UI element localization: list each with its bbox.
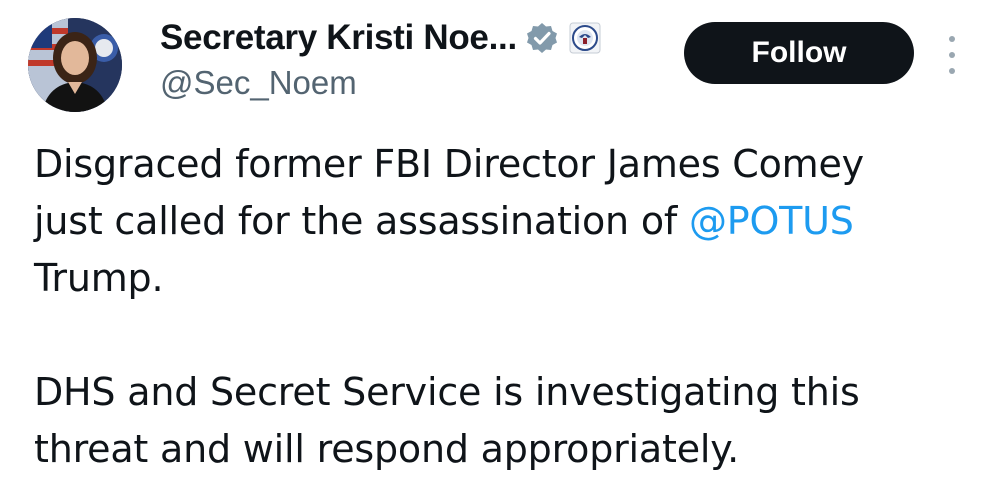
tweet-line: Trump. [34, 256, 164, 300]
verified-badge-icon[interactable] [525, 21, 559, 55]
author-name-row: Secretary Kristi Noe... [160, 18, 601, 58]
profile-photo-icon [28, 18, 122, 112]
tweet-line: just called for the assassination of @PO… [34, 193, 984, 250]
tweet-line: Disgraced former FBI Director James Come… [34, 142, 864, 186]
mention-link[interactable]: @POTUS [689, 199, 854, 243]
more-options-icon[interactable] [940, 32, 964, 78]
tweet-line: DHS and Secret Service is investigating … [34, 370, 860, 414]
tweet-card: Secretary Kristi Noe... @Sec_Noem Follow… [0, 0, 1000, 503]
tweet-line: threat and will respond appropriately. [34, 427, 739, 471]
author-display-name[interactable]: Secretary Kristi Noe... [160, 18, 517, 58]
dhs-seal-icon[interactable] [569, 22, 601, 54]
avatar[interactable] [28, 18, 122, 112]
tweet-text: Disgraced former FBI Director James Come… [34, 136, 984, 478]
dot [949, 52, 955, 58]
tweet-line-text: just called for the assassination of [34, 199, 689, 243]
dot [949, 36, 955, 42]
author-handle[interactable]: @Sec_Noem [160, 64, 357, 102]
dot [949, 68, 955, 74]
follow-button[interactable]: Follow [684, 22, 914, 84]
